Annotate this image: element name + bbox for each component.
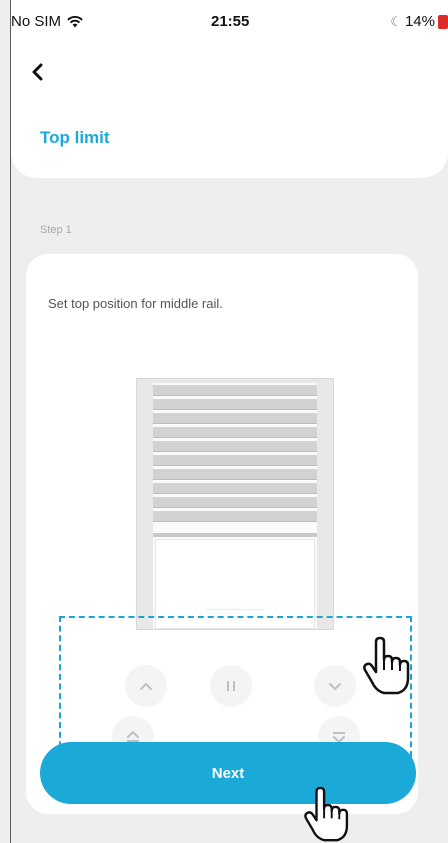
slat [153, 455, 317, 466]
page-title: Top limit [40, 128, 110, 147]
wifi-icon [67, 15, 83, 28]
status-bar: No SIM 21:55 ☾ 14% [11, 0, 448, 40]
slat [153, 469, 317, 480]
battery-group: ☾ 14% [390, 13, 448, 30]
back-button[interactable] [27, 60, 49, 84]
step-label: Step 1 [40, 224, 72, 236]
blind-window [153, 383, 317, 629]
slat [153, 427, 317, 438]
carrier-group: No SIM [11, 13, 83, 30]
slat [153, 399, 317, 410]
slat [153, 511, 317, 522]
middle-rail [153, 533, 317, 537]
next-button-label: Next [211, 764, 245, 782]
divider [206, 609, 264, 610]
chevron-left-icon [32, 63, 43, 81]
moon-icon: ☾ [390, 13, 402, 29]
slat [153, 497, 317, 508]
header: Top limit [11, 40, 448, 178]
next-button[interactable]: Next [40, 742, 416, 804]
clock: 21:55 [211, 13, 250, 30]
controls-highlight [59, 616, 412, 757]
instruction-text: Set top position for middle rail. [48, 296, 223, 311]
slat [153, 483, 317, 494]
blind-illustration [136, 378, 334, 630]
carrier-label: No SIM [11, 13, 62, 30]
slat [153, 441, 317, 452]
slat [153, 413, 317, 424]
blind-slats [153, 383, 317, 533]
battery-percent: 14% [404, 13, 435, 30]
battery-icon [438, 14, 448, 29]
slat [153, 385, 317, 396]
